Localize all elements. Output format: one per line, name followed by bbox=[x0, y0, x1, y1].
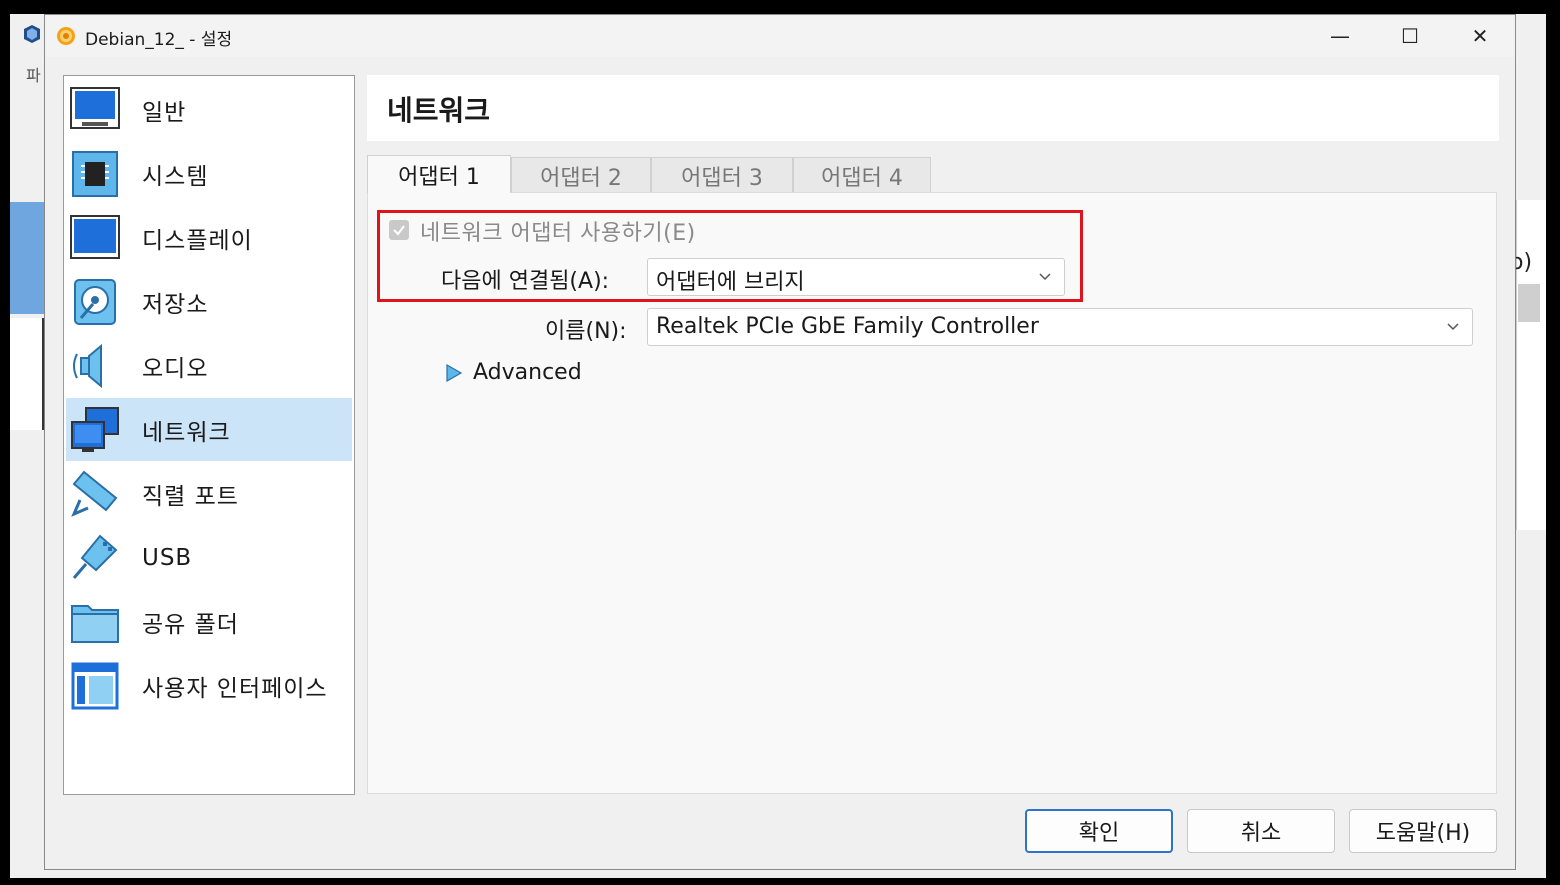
ok-button[interactable]: 확인 bbox=[1025, 809, 1173, 853]
sidebar-item-label: 시스템 bbox=[142, 163, 209, 190]
dialog-titlebar: Debian_12_ - 설정 — ☐ ✕ bbox=[45, 15, 1515, 57]
help-button[interactable]: 도움말(H) bbox=[1349, 809, 1497, 853]
tab-adapter-2[interactable]: 어댑터 2 bbox=[511, 157, 651, 193]
sidebar-item-label: 디스플레이 bbox=[142, 227, 253, 254]
settings-category-list: 일반 시스템 디스플레이 저장소 오디오 네트워크 직렬 포트 USB 공유 폴… bbox=[63, 75, 355, 795]
serial-port-icon bbox=[70, 469, 120, 519]
sidebar-item-network[interactable]: 네트워크 bbox=[66, 398, 352, 461]
sidebar-item-serial-port[interactable]: 직렬 포트 bbox=[66, 462, 352, 525]
sidebar-item-general[interactable]: 일반 bbox=[66, 78, 352, 141]
minimize-button[interactable]: — bbox=[1305, 15, 1375, 57]
tab-adapter-4[interactable]: 어댑터 4 bbox=[793, 157, 931, 193]
sidebar-item-user-interface[interactable]: 사용자 인터페이스 bbox=[66, 654, 352, 717]
sidebar-item-label: USB bbox=[142, 544, 193, 571]
dialog-title: Debian_12_ - 설정 bbox=[85, 30, 233, 50]
user-interface-icon bbox=[70, 661, 120, 711]
sidebar-item-label: 저장소 bbox=[142, 291, 209, 318]
adapter-name-select[interactable]: Realtek PCIe GbE Family Controller bbox=[647, 308, 1473, 346]
virtualbox-logo-icon bbox=[22, 24, 42, 44]
sidebar-item-label: 사용자 인터페이스 bbox=[142, 675, 328, 702]
sidebar-item-label: 일반 bbox=[142, 99, 187, 126]
sidebar-item-usb[interactable]: USB bbox=[66, 526, 352, 589]
chevron-down-icon bbox=[1039, 273, 1051, 281]
sidebar-item-label: 직렬 포트 bbox=[142, 483, 239, 510]
close-button[interactable]: ✕ bbox=[1445, 15, 1515, 57]
sidebar-item-shared-folders[interactable]: 공유 폴더 bbox=[66, 590, 352, 653]
sidebar-item-storage[interactable]: 저장소 bbox=[66, 270, 352, 333]
sidebar-item-label: 공유 폴더 bbox=[142, 611, 239, 638]
settings-dialog: Debian_12_ - 설정 — ☐ ✕ 일반 시스템 디스플레이 저장소 오… bbox=[44, 14, 1516, 870]
checkmark-icon bbox=[393, 225, 405, 236]
sidebar-item-audio[interactable]: 오디오 bbox=[66, 334, 352, 397]
sidebar-item-system[interactable]: 시스템 bbox=[66, 142, 352, 205]
adapter-name-label: 이름(N): bbox=[545, 319, 627, 344]
tab-adapter-3[interactable]: 어댑터 3 bbox=[651, 157, 793, 193]
advanced-expander[interactable]: Advanced bbox=[445, 360, 582, 385]
tab-adapter-1[interactable]: 어댑터 1 bbox=[367, 155, 511, 193]
advanced-label: Advanced bbox=[473, 360, 582, 385]
background-vm-list-selected bbox=[10, 202, 44, 314]
system-chip-icon bbox=[70, 149, 120, 199]
enable-adapter-label: 네트워크 어댑터 사용하기(E) bbox=[420, 221, 696, 246]
triangle-right-icon bbox=[446, 363, 463, 382]
background-menu-text: 파 bbox=[26, 66, 41, 85]
sidebar-item-label: 네트워크 bbox=[142, 419, 231, 446]
network-monitors-icon bbox=[70, 405, 120, 455]
page-title: 네트워크 bbox=[387, 94, 491, 127]
vm-settings-gear-icon bbox=[55, 25, 77, 47]
cancel-button[interactable]: 취소 bbox=[1187, 809, 1335, 853]
maximize-button[interactable]: ☐ bbox=[1375, 15, 1445, 57]
chevron-down-icon bbox=[1447, 323, 1459, 331]
audio-speaker-icon bbox=[70, 341, 120, 391]
attached-to-label: 다음에 연결됨(A): bbox=[441, 269, 610, 294]
adapter-name-value: Realtek PCIe GbE Family Controller bbox=[656, 314, 1039, 339]
background-scrollbar bbox=[1518, 284, 1540, 322]
sidebar-item-display[interactable]: 디스플레이 bbox=[66, 206, 352, 269]
enable-adapter-checkbox[interactable] bbox=[389, 220, 409, 240]
section-header: 네트워크 bbox=[367, 75, 1499, 141]
general-monitor-icon bbox=[70, 85, 120, 135]
storage-disk-icon bbox=[70, 277, 120, 327]
attached-to-select[interactable]: 어댑터에 브리지 bbox=[647, 258, 1065, 296]
shared-folder-icon bbox=[70, 597, 120, 647]
display-monitor-icon bbox=[70, 213, 120, 263]
attached-to-value: 어댑터에 브리지 bbox=[656, 270, 805, 295]
usb-icon bbox=[70, 533, 120, 583]
sidebar-item-label: 오디오 bbox=[142, 355, 209, 382]
background-vm-list bbox=[10, 318, 44, 430]
